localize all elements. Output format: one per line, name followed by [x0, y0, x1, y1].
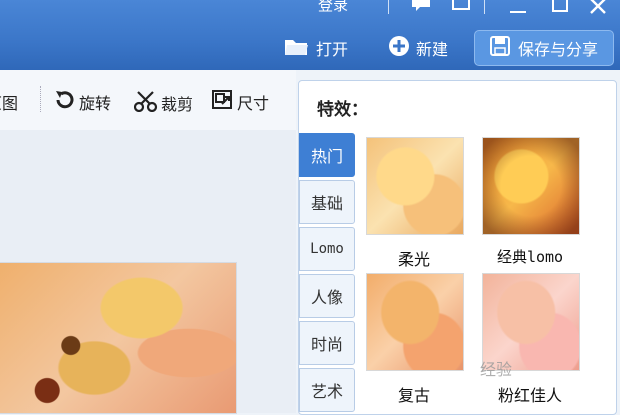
maximize-icon[interactable] [552, 0, 568, 17]
rotate-button[interactable]: 旋转 [54, 90, 111, 114]
edited-photo[interactable] [0, 263, 236, 413]
effect-thumb-classic-lomo[interactable] [482, 137, 580, 235]
effect-thumb-retro[interactable] [366, 273, 464, 371]
effect-label: 柔光 [397, 250, 430, 269]
new-button[interactable]: 新建 [388, 34, 448, 62]
effect-label: 复古 [397, 386, 430, 405]
watermark: 经验 [480, 360, 513, 379]
divider [484, 0, 485, 14]
effect-label: 经典lomo [496, 248, 564, 266]
tab-fashion[interactable]: 时尚 [299, 321, 355, 365]
crop-button[interactable]: 裁剪 [133, 90, 193, 116]
edit-toolbar: 原图 旋转 裁剪 尺寸 [0, 70, 296, 130]
effects-title: 特效： [317, 100, 368, 120]
skin-icon[interactable] [452, 0, 470, 15]
effects-panel: 特效： 热门 基础 Lomo 人像 时尚 艺术 柔光 经典lomo 复古 粉红佳… [298, 80, 617, 415]
tab-portrait[interactable]: 人像 [299, 274, 355, 318]
close-icon[interactable] [590, 0, 606, 18]
save-icon [489, 36, 510, 60]
plus-circle-icon [388, 35, 410, 61]
rotate-icon [54, 90, 76, 114]
folder-icon [284, 36, 310, 60]
tab-hot[interactable]: 热门 [299, 133, 355, 177]
login-link[interactable]: 登录 [318, 0, 348, 15]
minimize-icon[interactable] [510, 0, 526, 19]
effect-thumb-soft-light[interactable] [366, 137, 464, 235]
tab-basic[interactable]: 基础 [299, 180, 355, 224]
size-button[interactable]: 尺寸 [212, 90, 269, 114]
scissors-icon [133, 90, 158, 116]
original-image-button[interactable]: 原图 [0, 90, 18, 114]
resize-icon [212, 90, 234, 114]
title-bar: 登录 打开 新建 保存与分享 [0, 0, 620, 70]
effect-label: 粉红佳人 [497, 386, 562, 405]
tab-lomo[interactable]: Lomo [299, 227, 355, 271]
tab-art[interactable]: 艺术 [299, 368, 355, 412]
save-share-button[interactable]: 保存与分享 [474, 30, 614, 66]
divider [40, 86, 42, 112]
message-icon[interactable] [410, 0, 432, 15]
divider [388, 0, 389, 14]
open-button[interactable]: 打开 [284, 34, 348, 62]
